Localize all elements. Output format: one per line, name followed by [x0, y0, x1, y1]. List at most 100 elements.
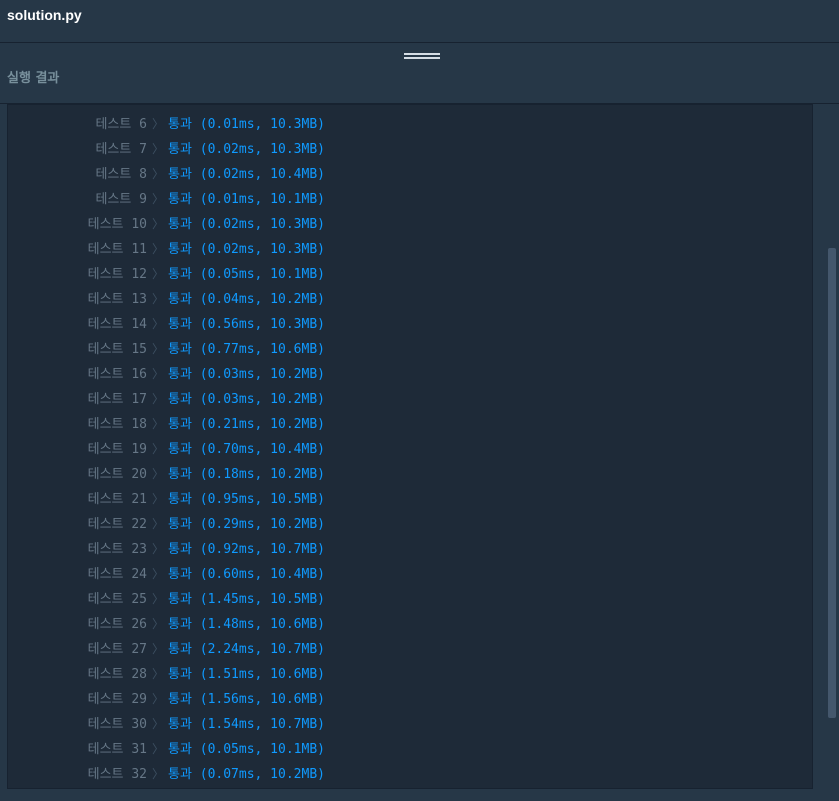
test-label: 테스트 6 [95, 117, 147, 132]
test-result-row: 테스트 19 〉 통과 (0.70ms, 10.4MB) [8, 437, 812, 462]
chevron-right-icon: 〉 [152, 692, 165, 706]
test-result-row: 테스트 17 〉 통과 (0.03ms, 10.2MB) [8, 387, 812, 412]
chevron-right-icon: 〉 [152, 267, 165, 281]
results-list: 테스트 5〉통과 (0.02ms, 10.3MB)테스트 6〉통과 (0.01m… [8, 105, 812, 787]
chevron-right-icon: 〉 [152, 742, 165, 756]
chevron-right-icon: 〉 [152, 292, 165, 306]
results-title: 실행 결과 [7, 71, 60, 86]
test-result-row: 테스트 27 〉 통과 (2.24ms, 10.7MB) [8, 637, 812, 662]
test-label: 테스트 27 [87, 642, 147, 657]
test-result-text: 통과 (0.92ms, 10.7MB) [168, 542, 325, 557]
test-result-row: 테스트 12 〉 통과 (0.05ms, 10.1MB) [8, 262, 812, 287]
test-result-row: 테스트 5 〉 통과 (0.02ms, 10.3MB) [8, 105, 812, 112]
chevron-right-icon: 〉 [152, 117, 165, 131]
test-result-row: 테스트 24 〉 통과 (0.60ms, 10.4MB) [8, 562, 812, 587]
chevron-right-icon: 〉 [152, 667, 165, 681]
chevron-right-icon: 〉 [152, 392, 165, 406]
test-result-row: 테스트 11 〉 통과 (0.02ms, 10.3MB) [8, 237, 812, 262]
chevron-right-icon: 〉 [152, 317, 165, 331]
test-label: 테스트 16 [87, 367, 147, 382]
test-label: 테스트 23 [87, 542, 147, 557]
chevron-right-icon: 〉 [152, 367, 165, 381]
test-label: 테스트 26 [87, 617, 147, 632]
test-label: 테스트 28 [87, 667, 147, 682]
chevron-right-icon: 〉 [152, 105, 164, 112]
test-result-text: 통과 (0.04ms, 10.2MB) [168, 292, 325, 307]
test-label: 테스트 22 [87, 517, 147, 532]
test-label: 테스트 21 [87, 492, 147, 507]
chevron-right-icon: 〉 [152, 342, 165, 356]
test-result-row: 테스트 22 〉 통과 (0.29ms, 10.2MB) [8, 512, 812, 537]
editor-header: solution.py [0, 0, 839, 43]
test-result-text: 통과 (0.05ms, 10.1MB) [168, 742, 325, 757]
test-result-row: 테스트 10 〉 통과 (0.02ms, 10.3MB) [8, 212, 812, 237]
test-label: 테스트 24 [87, 567, 147, 582]
test-result-text: 통과 (0.02ms, 10.4MB) [168, 167, 325, 182]
test-result-row: 테스트 21 〉 통과 (0.95ms, 10.5MB) [8, 487, 812, 512]
test-result-text: 통과 (0.77ms, 10.6MB) [168, 342, 325, 357]
test-result-row: 테스트 23 〉 통과 (0.92ms, 10.7MB) [8, 537, 812, 562]
chevron-right-icon: 〉 [152, 517, 165, 531]
test-label: 테스트 17 [87, 392, 147, 407]
test-result-text: 통과 (0.03ms, 10.2MB) [168, 367, 325, 382]
test-result-text: 통과 (1.48ms, 10.6MB) [168, 617, 325, 632]
test-result-text: 통과 (0.56ms, 10.3MB) [168, 317, 325, 332]
test-result-row: 테스트 18 〉 통과 (0.21ms, 10.2MB) [8, 412, 812, 437]
test-result-text: 통과 (0.02ms, 10.3MB) [168, 217, 325, 232]
test-result-text: 통과 (0.29ms, 10.2MB) [168, 517, 325, 532]
test-result-text: 통과 (0.01ms, 10.1MB) [168, 192, 325, 207]
test-result-text: 통과 (1.45ms, 10.5MB) [168, 592, 325, 607]
test-result-row: 테스트 8 〉 통과 (0.02ms, 10.4MB) [8, 162, 812, 187]
test-label: 테스트 10 [87, 217, 147, 232]
scrollbar-thumb[interactable] [828, 248, 836, 718]
chevron-right-icon: 〉 [152, 442, 165, 456]
drag-handle-icon[interactable] [404, 53, 440, 62]
test-result-row: 테스트 14 〉 통과 (0.56ms, 10.3MB) [8, 312, 812, 337]
test-result-row: 테스트 9 〉 통과 (0.01ms, 10.1MB) [8, 187, 812, 212]
chevron-right-icon: 〉 [152, 717, 165, 731]
test-result-row: 테스트 25 〉 통과 (1.45ms, 10.5MB) [8, 587, 812, 612]
test-label: 테스트 14 [87, 317, 147, 332]
test-result-text: 통과 (0.02ms, 10.3MB) [168, 242, 325, 257]
test-label: 테스트 8 [95, 167, 147, 182]
test-label: 테스트 15 [87, 342, 147, 357]
chevron-right-icon: 〉 [152, 242, 165, 256]
test-label: 테스트 25 [87, 592, 147, 607]
chevron-right-icon: 〉 [152, 417, 165, 431]
test-result-row: 테스트 32 〉 통과 (0.07ms, 10.2MB) [8, 762, 812, 787]
chevron-right-icon: 〉 [152, 767, 165, 781]
test-result-row: 테스트 29 〉 통과 (1.56ms, 10.6MB) [8, 687, 812, 712]
file-tab[interactable]: solution.py [7, 7, 82, 23]
results-header: 실행 결과 [0, 43, 839, 104]
test-result-text: 통과 (0.03ms, 10.2MB) [168, 392, 325, 407]
test-result-text: 통과 (1.51ms, 10.6MB) [168, 667, 325, 682]
test-result-row: 테스트 7 〉 통과 (0.02ms, 10.3MB) [8, 137, 812, 162]
test-result-text: 통과 (2.24ms, 10.7MB) [168, 642, 325, 657]
test-result-row: 테스트 30 〉 통과 (1.54ms, 10.7MB) [8, 712, 812, 737]
test-result-row: 테스트 20 〉 통과 (0.18ms, 10.2MB) [8, 462, 812, 487]
chevron-right-icon: 〉 [152, 642, 165, 656]
chevron-right-icon: 〉 [152, 467, 165, 481]
test-result-row: 테스트 13 〉 통과 (0.04ms, 10.2MB) [8, 287, 812, 312]
test-result-row: 테스트 26 〉 통과 (1.48ms, 10.6MB) [8, 612, 812, 637]
test-result-row: 테스트 6 〉 통과 (0.01ms, 10.3MB) [8, 112, 812, 137]
test-label: 테스트 12 [87, 267, 147, 282]
test-label: 테스트 7 [95, 142, 147, 157]
test-result-text: 통과 (0.18ms, 10.2MB) [168, 467, 325, 482]
test-label: 테스트 13 [87, 292, 147, 307]
test-label: 테스트 30 [87, 717, 147, 732]
test-result-text: 통과 (0.95ms, 10.5MB) [168, 492, 325, 507]
test-result-text: 통과 (0.01ms, 10.3MB) [168, 117, 325, 132]
results-console[interactable]: 테스트 5〉통과 (0.02ms, 10.3MB)테스트 6〉통과 (0.01m… [7, 104, 813, 789]
test-label: 테스트 11 [87, 242, 147, 257]
test-label: 테스트 29 [87, 692, 147, 707]
test-result-text: 통과 (0.05ms, 10.1MB) [168, 267, 325, 282]
test-label: 테스트 9 [95, 192, 147, 207]
test-label: 테스트 19 [87, 442, 147, 457]
chevron-right-icon: 〉 [152, 542, 165, 556]
chevron-right-icon: 〉 [152, 592, 165, 606]
chevron-right-icon: 〉 [152, 492, 165, 506]
chevron-right-icon: 〉 [152, 192, 165, 206]
test-result-text: 통과 (0.60ms, 10.4MB) [168, 567, 325, 582]
test-result-text: 통과 (1.56ms, 10.6MB) [168, 692, 325, 707]
